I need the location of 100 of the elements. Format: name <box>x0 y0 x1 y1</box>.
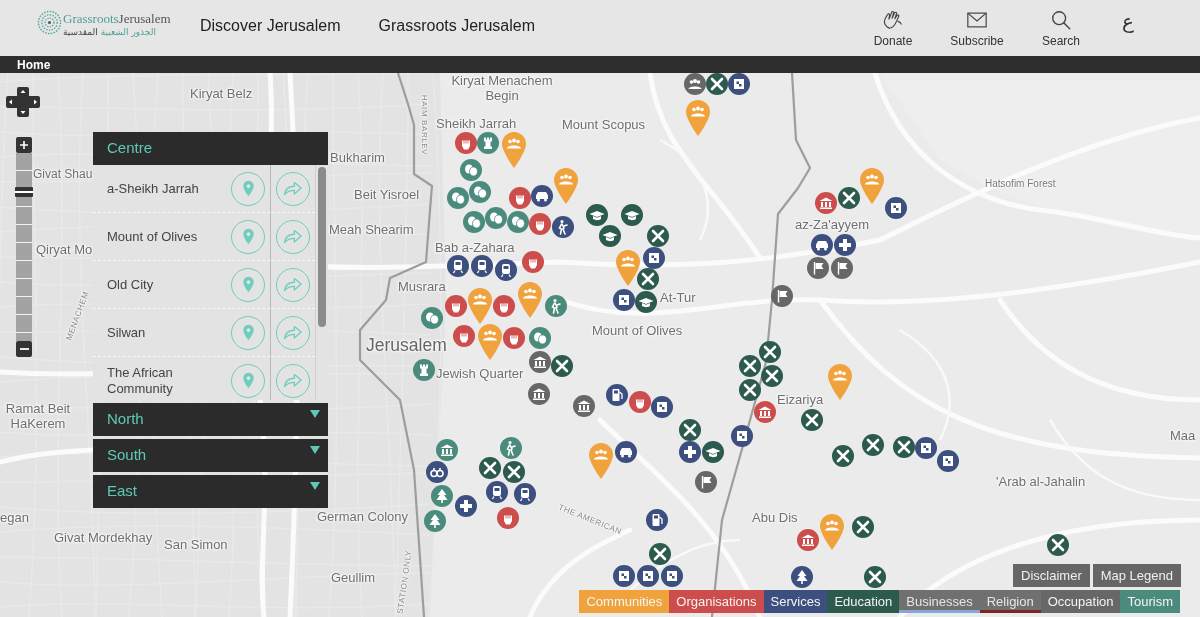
map-marker-icon[interactable] <box>761 365 783 387</box>
map-marker-icon[interactable] <box>503 461 525 483</box>
map-marker-icon[interactable] <box>447 255 469 277</box>
map-marker-icon[interactable] <box>552 216 574 238</box>
map-marker-icon[interactable] <box>413 359 435 381</box>
map-marker-icon[interactable] <box>424 510 446 532</box>
map-marker-icon[interactable] <box>545 295 567 317</box>
map-marker-icon[interactable] <box>629 391 651 413</box>
nav-link[interactable]: Discover Jerusalem <box>200 16 341 36</box>
map-marker-icon[interactable] <box>522 251 544 273</box>
category-tab[interactable]: Education <box>827 590 900 613</box>
map-marker-icon[interactable] <box>635 291 657 313</box>
map-marker-icon[interactable] <box>679 441 701 463</box>
map-marker-icon[interactable] <box>486 481 508 503</box>
map-marker-icon[interactable] <box>431 485 453 507</box>
category-tab[interactable]: Businesses <box>899 590 980 613</box>
subscribe-button[interactable]: Subscribe <box>942 9 1012 48</box>
map-pin-icon[interactable] <box>616 250 640 286</box>
caret-left-icon[interactable] <box>9 99 12 105</box>
map-marker-icon[interactable] <box>684 73 706 95</box>
category-tab[interactable]: Tourism <box>1120 590 1180 613</box>
map-marker-icon[interactable] <box>529 351 551 373</box>
map-marker-icon[interactable] <box>893 436 915 458</box>
map-marker-icon[interactable] <box>864 566 886 588</box>
map-marker-icon[interactable] <box>455 132 477 154</box>
map-marker-icon[interactable] <box>754 401 776 423</box>
map-marker-icon[interactable] <box>1047 534 1069 556</box>
map-marker-icon[interactable] <box>471 255 493 277</box>
map-marker-icon[interactable] <box>463 211 485 233</box>
map-marker-icon[interactable] <box>613 289 635 311</box>
map-marker-icon[interactable] <box>885 197 907 219</box>
map-marker-icon[interactable] <box>497 507 519 529</box>
region-header[interactable]: South <box>93 439 328 472</box>
region-header[interactable]: Centre <box>93 132 328 165</box>
map-marker-icon[interactable] <box>771 285 793 307</box>
map-marker-icon[interactable] <box>509 187 531 209</box>
map-marker-icon[interactable] <box>455 495 477 517</box>
region-header[interactable]: North <box>93 403 328 436</box>
map-marker-icon[interactable] <box>791 566 813 588</box>
map-marker-icon[interactable] <box>852 516 874 538</box>
map-marker-icon[interactable] <box>637 268 659 290</box>
map-marker-icon[interactable] <box>801 409 823 431</box>
map-marker-icon[interactable] <box>621 204 643 226</box>
map-marker-icon[interactable] <box>426 461 448 483</box>
map-marker-icon[interactable] <box>573 395 595 417</box>
map-marker-icon[interactable] <box>606 384 628 406</box>
map-marker-icon[interactable] <box>797 529 819 551</box>
map-marker-icon[interactable] <box>495 259 517 281</box>
map-marker-icon[interactable] <box>834 234 856 256</box>
map-marker-icon[interactable] <box>445 295 467 317</box>
map-marker-icon[interactable] <box>807 257 829 279</box>
category-tab[interactable]: Organisations <box>669 590 764 613</box>
map-marker-icon[interactable] <box>739 355 761 377</box>
map-marker-icon[interactable] <box>811 234 833 256</box>
zoom-slider-handle[interactable] <box>15 186 33 197</box>
map-marker-icon[interactable] <box>838 187 860 209</box>
category-tab[interactable]: Occupation <box>1040 590 1121 613</box>
category-tab[interactable]: Services <box>763 590 828 613</box>
map-marker-icon[interactable] <box>599 225 621 247</box>
pan-control[interactable] <box>6 87 40 117</box>
map-marker-icon[interactable] <box>453 325 475 347</box>
region-header[interactable]: East <box>93 475 328 508</box>
language-button[interactable]: ع <box>1113 9 1143 33</box>
map-marker-icon[interactable] <box>731 425 753 447</box>
map-marker-icon[interactable] <box>647 225 669 247</box>
map-marker-icon[interactable] <box>728 73 750 95</box>
map-info-button[interactable]: Map Legend <box>1092 564 1181 587</box>
map-marker-icon[interactable] <box>679 419 701 441</box>
category-tab[interactable]: Religion <box>979 590 1041 613</box>
map-marker-icon[interactable] <box>915 437 937 459</box>
map-marker-icon[interactable] <box>514 483 536 505</box>
map-marker-icon[interactable] <box>613 565 635 587</box>
map-marker-icon[interactable] <box>531 185 553 207</box>
map-info-button[interactable]: Disclaimer <box>1013 564 1090 587</box>
map-marker-icon[interactable] <box>528 383 550 405</box>
map-marker-icon[interactable] <box>937 450 959 472</box>
map-marker-icon[interactable] <box>586 204 608 226</box>
map-marker-icon[interactable] <box>507 211 529 233</box>
map-marker-icon[interactable] <box>500 437 522 459</box>
map-marker-icon[interactable] <box>503 327 525 349</box>
map-marker-icon[interactable] <box>460 159 482 181</box>
map-marker-icon[interactable] <box>649 543 671 565</box>
map-marker-icon[interactable] <box>643 247 665 269</box>
zoom-out-button[interactable] <box>16 341 32 357</box>
map-marker-icon[interactable] <box>615 441 637 463</box>
map-marker-icon[interactable] <box>702 441 724 463</box>
map-marker-icon[interactable] <box>479 457 501 479</box>
map-marker-icon[interactable] <box>759 341 781 363</box>
map-marker-icon[interactable] <box>661 565 683 587</box>
map-marker-icon[interactable] <box>862 434 884 456</box>
map-marker-icon[interactable] <box>436 439 458 461</box>
map-marker-icon[interactable] <box>493 295 515 317</box>
map-marker-icon[interactable] <box>651 396 673 418</box>
map-marker-icon[interactable] <box>469 181 491 203</box>
nav-link[interactable]: Grassroots Jerusalem <box>378 16 535 36</box>
map-marker-icon[interactable] <box>447 187 469 209</box>
map-marker-icon[interactable] <box>831 257 853 279</box>
map-marker-icon[interactable] <box>739 379 761 401</box>
zoom-in-button[interactable] <box>16 137 32 153</box>
logo-arabic-name[interactable]: الجذور الشعبية المقدسية <box>63 26 156 38</box>
